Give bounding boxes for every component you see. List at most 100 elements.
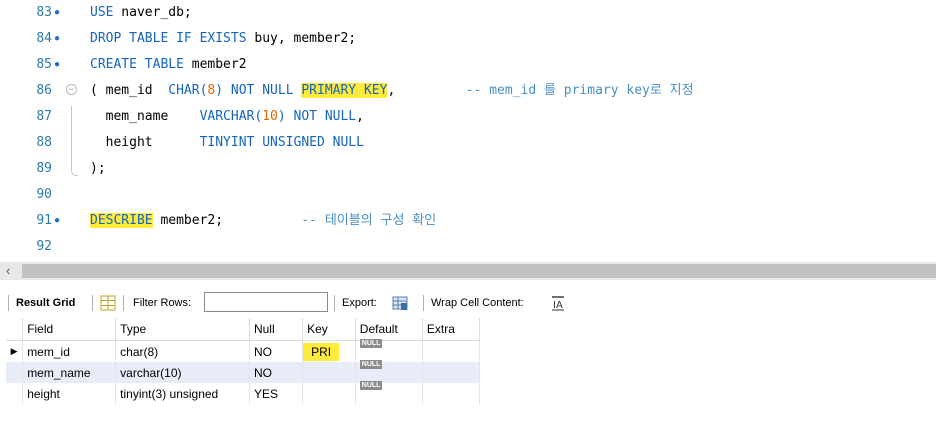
result-grid-tab[interactable]: Result Grid bbox=[16, 290, 75, 316]
line-number: 87 bbox=[36, 109, 52, 124]
code-text: USE naver_db; bbox=[90, 0, 192, 26]
code-line[interactable]: 89); bbox=[0, 156, 936, 182]
null-badge: NULL bbox=[359, 359, 383, 369]
current-row-arrow-icon[interactable]: ▶ bbox=[6, 340, 24, 362]
code-token: -- 테이블의 구성 확인 bbox=[301, 213, 437, 228]
cell-null[interactable]: NO bbox=[249, 340, 304, 362]
statement-marker-icon: ● bbox=[54, 59, 61, 70]
toolbar-divider bbox=[334, 295, 335, 311]
code-text: mem_name VARCHAR(10) NOT NULL, bbox=[90, 104, 364, 130]
line-number: 86 bbox=[36, 83, 52, 98]
code-line[interactable]: 92 bbox=[0, 234, 936, 260]
wrap-cell-icon[interactable]: IA bbox=[550, 295, 566, 311]
fold-guide bbox=[71, 106, 72, 170]
code-token: TINYINT UNSIGNED NULL bbox=[199, 135, 364, 150]
cell-type[interactable]: tinyint(3) unsigned bbox=[115, 383, 250, 404]
code-line[interactable]: 88 height TINYINT UNSIGNED NULL bbox=[0, 130, 936, 156]
code-token: DROP TABLE IF EXISTS bbox=[90, 31, 247, 46]
code-token: ) NOT NULL bbox=[215, 83, 302, 98]
code-line[interactable]: 85 ● CREATE TABLE member2 bbox=[0, 52, 936, 78]
horizontal-scrollbar[interactable]: ‹ bbox=[0, 262, 936, 280]
row-selector-header bbox=[6, 318, 24, 341]
sql-editor[interactable]: 83 ● USE naver_db; 84 ● DROP TABLE IF EXISTS … bbox=[0, 0, 936, 262]
fold-toggle-icon[interactable]: − bbox=[66, 84, 77, 95]
cell-extra[interactable] bbox=[422, 340, 481, 362]
cell-field[interactable]: mem_name bbox=[22, 362, 117, 383]
code-token: CREATE TABLE bbox=[90, 57, 184, 72]
filter-rows-input[interactable] bbox=[204, 292, 328, 312]
column-header[interactable]: Default bbox=[355, 318, 423, 341]
code-token: ); bbox=[90, 161, 106, 176]
row-selector[interactable] bbox=[6, 362, 24, 383]
line-number: 89 bbox=[36, 161, 52, 176]
wrap-cell-label: Wrap Cell Content: bbox=[431, 297, 524, 309]
cell-key[interactable]: PRI bbox=[302, 340, 356, 362]
code-text: CREATE TABLE member2 bbox=[90, 52, 247, 78]
line-number: 91 bbox=[36, 213, 52, 228]
result-toolbar: Result Grid Filter Rows: Export: Wrap Ce… bbox=[0, 290, 936, 316]
code-token: naver_db; bbox=[113, 5, 192, 20]
toolbar-divider bbox=[92, 295, 93, 311]
line-number: 88 bbox=[36, 135, 52, 150]
code-text: DROP TABLE IF EXISTS buy, member2; bbox=[90, 26, 356, 52]
code-text: ( mem_id CHAR(8) NOT NULL PRIMARY KEY, -… bbox=[90, 78, 694, 104]
code-line[interactable]: 86 − ( mem_id CHAR(8) NOT NULL PRIMARY KEY… bbox=[0, 78, 936, 104]
table-row[interactable]: ▶ mem_id char(8) NO PRI NULL bbox=[6, 338, 481, 362]
code-text: DESCRIBE member2; -- 테이블의 구성 확인 bbox=[90, 208, 436, 234]
row-selector[interactable] bbox=[6, 383, 24, 404]
cell-field[interactable]: height bbox=[22, 383, 117, 404]
code-token: CHAR( bbox=[168, 83, 208, 98]
column-header[interactable]: Null bbox=[249, 318, 304, 341]
code-line[interactable]: 84 ● DROP TABLE IF EXISTS buy, member2; bbox=[0, 26, 936, 52]
code-line[interactable]: 87 mem_name VARCHAR(10) NOT NULL, bbox=[0, 104, 936, 130]
toolbar-divider bbox=[123, 295, 124, 311]
export-icon[interactable] bbox=[392, 295, 408, 311]
column-header[interactable]: Type bbox=[115, 318, 250, 341]
cell-null[interactable]: YES bbox=[249, 383, 304, 404]
null-badge: NULL bbox=[359, 380, 383, 390]
code-token: 10 bbox=[262, 109, 278, 124]
code-token: ) NOT NULL bbox=[277, 109, 357, 124]
line-number: 85 bbox=[36, 57, 52, 72]
statement-marker-icon: ● bbox=[54, 33, 61, 44]
cell-field[interactable]: mem_id bbox=[22, 340, 117, 362]
statement-marker-icon: ● bbox=[54, 215, 61, 226]
line-number: 84 bbox=[36, 31, 52, 46]
code-line[interactable]: 83 ● USE naver_db; bbox=[0, 0, 936, 26]
cell-extra[interactable] bbox=[422, 383, 481, 404]
cell-null[interactable]: NO bbox=[249, 362, 304, 383]
form-editor-icon[interactable] bbox=[100, 295, 116, 311]
code-token: ( mem_id bbox=[90, 83, 169, 98]
code-token: PRIMARY KEY bbox=[301, 83, 388, 98]
scrollbar-thumb[interactable] bbox=[22, 264, 936, 278]
line-number: 92 bbox=[36, 239, 52, 254]
code-token: , bbox=[387, 83, 466, 98]
statement-marker-icon: ● bbox=[54, 7, 61, 18]
line-number: 90 bbox=[36, 187, 52, 202]
code-line[interactable]: 91 ● DESCRIBE member2; -- 테이블의 구성 확인 bbox=[0, 208, 936, 234]
code-token: member2 bbox=[183, 57, 247, 72]
cell-key[interactable] bbox=[302, 362, 356, 383]
result-grid: Field Type Null Key Default Extra ▶ mem_id char… bbox=[0, 318, 481, 433]
table-row[interactable]: height tinyint(3) unsigned YES NULL bbox=[6, 380, 481, 404]
column-header[interactable]: Extra bbox=[422, 318, 481, 341]
column-header[interactable]: Field bbox=[22, 318, 117, 341]
column-header[interactable]: Key bbox=[302, 318, 356, 341]
toolbar-divider bbox=[423, 295, 424, 311]
code-token: VARCHAR( bbox=[199, 109, 263, 124]
filter-rows-label: Filter Rows: bbox=[133, 297, 192, 309]
code-text: height TINYINT UNSIGNED NULL bbox=[90, 130, 364, 156]
cell-extra[interactable] bbox=[422, 362, 481, 383]
table-row[interactable]: mem_name varchar(10) NO NULL bbox=[6, 359, 481, 383]
cell-type[interactable]: varchar(10) bbox=[115, 362, 250, 383]
cell-type[interactable]: char(8) bbox=[115, 340, 250, 362]
code-token: mem_name bbox=[90, 109, 200, 124]
code-line[interactable]: 90 bbox=[0, 182, 936, 208]
code-token: height bbox=[90, 135, 200, 150]
scroll-left-icon[interactable]: ‹ bbox=[6, 262, 10, 280]
code-token: , bbox=[356, 109, 364, 124]
code-token: USE bbox=[90, 5, 114, 20]
cell-key[interactable] bbox=[302, 383, 356, 404]
cell-default[interactable]: NULL bbox=[355, 380, 423, 404]
toolbar-divider bbox=[8, 295, 9, 311]
